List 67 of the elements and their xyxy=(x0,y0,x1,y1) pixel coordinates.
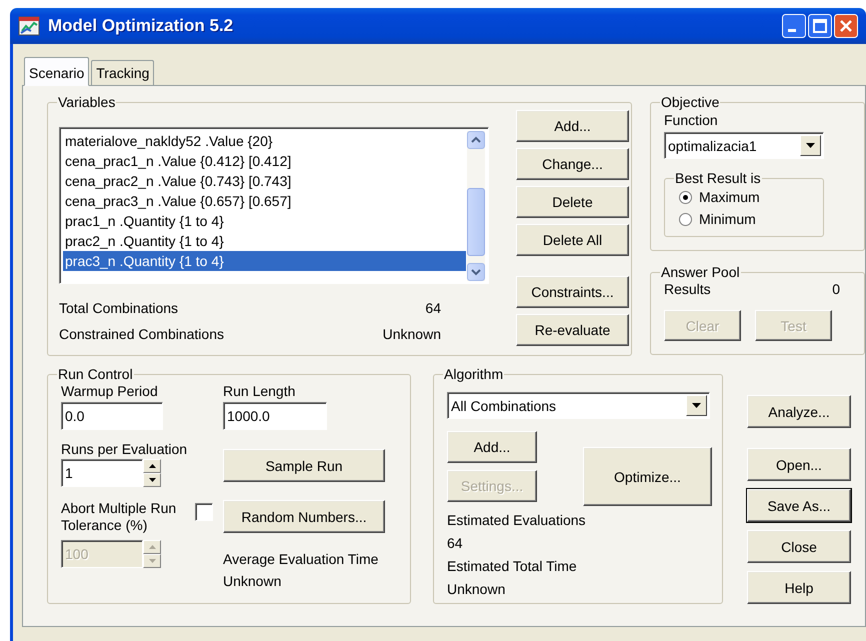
stat-label: Constrained Combinations xyxy=(59,325,224,344)
analyze-button[interactable]: Analyze... xyxy=(747,395,851,428)
scrollbar[interactable] xyxy=(467,131,485,281)
list-item[interactable]: cena_prac2_n .Value {0.743} [0.743] xyxy=(63,171,466,191)
field-label: Function xyxy=(664,111,719,130)
open-button[interactable]: Open... xyxy=(747,448,851,481)
sample-run-button[interactable]: Sample Run xyxy=(223,449,385,482)
checkbox-label: Abort Multiple Run Tolerance (%) xyxy=(61,500,178,534)
stat-label: Total Combinations xyxy=(59,299,178,318)
info-value: Unknown xyxy=(447,580,506,599)
results-label: Results xyxy=(664,280,711,298)
spinner-arrows[interactable] xyxy=(143,459,161,487)
list-box[interactable] xyxy=(59,127,489,284)
list-item[interactable]: materialove_nakldy52 .Value {20} xyxy=(63,131,466,151)
dropdown[interactable]: All Combinations xyxy=(447,392,710,419)
dropdown[interactable]: optimalizacia1 xyxy=(664,132,824,159)
delete-all-button[interactable]: Delete All xyxy=(516,224,629,256)
list-item[interactable]: prac3_n .Quantity {1 to 4} xyxy=(63,251,466,271)
group-title: Best Result is xyxy=(674,171,762,186)
window-title: Model Optimization 5.2 xyxy=(48,16,234,36)
app-icon xyxy=(18,16,40,36)
close-button[interactable]: Close xyxy=(747,530,851,563)
list-item[interactable]: prac1_n .Quantity {1 to 4} xyxy=(63,211,466,231)
results-count: 0 xyxy=(832,280,840,298)
group-title: Algorithm xyxy=(443,367,504,382)
constraints-button[interactable]: Constraints... xyxy=(516,276,629,308)
delete-button[interactable]: Delete xyxy=(516,186,629,218)
group-title: Variables xyxy=(57,95,116,110)
stat-value: Unknown xyxy=(382,325,441,344)
stat-value: 64 xyxy=(425,299,441,318)
info-label: Estimated Total Time xyxy=(447,557,578,576)
info-value: 64 xyxy=(447,534,464,553)
add-button[interactable]: Add... xyxy=(516,110,629,142)
tab[interactable]: Tracking xyxy=(91,60,154,85)
field-label: Warmup Period xyxy=(61,382,159,400)
field-label: Runs per Evaluation xyxy=(61,440,188,458)
add-button[interactable]: Add... xyxy=(447,431,537,463)
minimize-icon[interactable] xyxy=(782,14,806,38)
info-label: Estimated Evaluations xyxy=(447,511,587,530)
input-field[interactable]: 1 xyxy=(61,459,143,487)
info-label: Average Evaluation Time xyxy=(223,550,380,569)
caret-icon xyxy=(692,403,701,408)
change-button[interactable]: Change... xyxy=(516,148,629,180)
re-evaluate-button[interactable]: Re-evaluate xyxy=(516,314,629,346)
caret-icon xyxy=(806,143,815,148)
input-field[interactable]: 1000.0 xyxy=(223,402,327,430)
help-button[interactable]: Help xyxy=(747,571,851,604)
list-item[interactable]: prac2_n .Quantity {1 to 4} xyxy=(63,231,466,251)
list-item[interactable]: cena_prac1_n .Value {0.412} [0.412] xyxy=(63,151,466,171)
maximize-icon[interactable] xyxy=(808,14,832,38)
optimize-button[interactable]: Optimize... xyxy=(583,447,712,506)
close-icon[interactable] xyxy=(834,14,858,38)
tab[interactable]: Scenario xyxy=(24,57,90,86)
radio-button[interactable] xyxy=(679,212,692,226)
list-item[interactable]: cena_prac3_n .Value {0.657} [0.657] xyxy=(63,191,466,211)
info-value: Unknown xyxy=(223,572,282,591)
radio-button[interactable] xyxy=(679,190,692,204)
radio-label: Minimum xyxy=(699,210,756,228)
group-title: Objective xyxy=(660,95,720,110)
save-as-button[interactable]: Save As... xyxy=(747,489,851,522)
input-field[interactable]: 0.0 xyxy=(61,402,163,430)
checkbox[interactable] xyxy=(195,503,213,521)
radio-label: Maximum xyxy=(699,188,760,206)
group-title: Run Control xyxy=(57,367,134,382)
field-label: Run Length xyxy=(223,382,296,400)
random-numbers-button[interactable]: Random Numbers... xyxy=(223,500,385,533)
group-title: Answer Pool xyxy=(660,265,741,280)
